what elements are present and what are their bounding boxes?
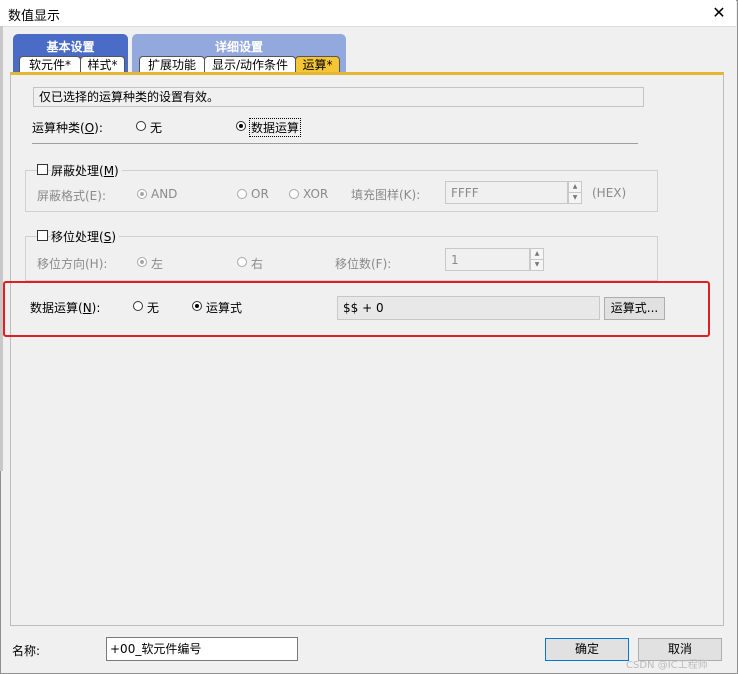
data-op-none-radio[interactable] xyxy=(133,301,143,311)
mask-or-radio[interactable] xyxy=(237,189,247,199)
shift-right-label: 右 xyxy=(251,257,264,271)
settings-panel xyxy=(10,72,724,626)
tab-style[interactable]: 样式* xyxy=(80,56,125,73)
mask-format-label: 屏蔽格式(E): xyxy=(37,189,106,203)
shift-count-label: 移位数(F): xyxy=(335,257,392,271)
expression-button[interactable]: 运算式... xyxy=(604,297,665,320)
mask-xor-radio[interactable] xyxy=(289,189,299,199)
name-label: 名称: xyxy=(12,644,41,658)
title-bar xyxy=(0,0,736,27)
shift-down-icon[interactable]: ▼ xyxy=(530,259,544,271)
info-text: 仅已选择的运算种类的设置有效。 xyxy=(33,87,644,107)
data-op-expr-label: 运算式 xyxy=(206,301,243,315)
data-op-label: 数据运算(N): xyxy=(30,301,101,315)
tab-operation[interactable]: 运算* xyxy=(295,56,340,73)
shift-left-radio[interactable] xyxy=(137,257,147,267)
mask-checkbox[interactable] xyxy=(37,164,48,175)
data-op-none-label: 无 xyxy=(147,301,160,315)
shift-checkbox-label: 移位处理(S) xyxy=(51,228,119,245)
fill-pattern-input[interactable]: FFFF xyxy=(445,181,568,204)
name-input[interactable]: +00_软元件编号 xyxy=(106,637,298,661)
data-op-expr-radio[interactable] xyxy=(192,301,202,311)
ok-button[interactable]: 确定 xyxy=(545,638,629,661)
mask-and-radio[interactable] xyxy=(137,189,147,199)
close-icon[interactable]: ✕ xyxy=(704,1,734,25)
tab-device[interactable]: 软元件* xyxy=(19,56,81,73)
background-window-edge xyxy=(0,26,3,471)
shift-right-radio[interactable] xyxy=(237,257,247,267)
mask-xor-label: XOR xyxy=(303,187,329,201)
op-type-none-radio[interactable] xyxy=(136,121,146,131)
shift-left-label: 左 xyxy=(151,257,164,271)
tab-group-detail-label: 详细设置 xyxy=(214,40,263,54)
tab-group-basic-label: 基本设置 xyxy=(46,40,95,54)
window-title: 数值显示 xyxy=(8,9,61,24)
fill-pattern-label: 填充图样(K): xyxy=(351,188,421,202)
tab-extension[interactable]: 扩展功能 xyxy=(139,56,205,73)
shift-dir-label: 移位方向(H): xyxy=(37,257,108,271)
mask-and-label: AND xyxy=(151,187,178,201)
op-type-data-radio[interactable] xyxy=(236,121,246,131)
mask-or-label: OR xyxy=(251,187,269,201)
shift-checkbox[interactable] xyxy=(37,230,48,241)
watermark: CSDN @IC工程师 xyxy=(626,660,708,671)
expression-field[interactable]: $$ + 0 xyxy=(337,296,600,320)
shift-count-input[interactable]: 1 xyxy=(445,248,530,271)
fill-down-icon[interactable]: ▼ xyxy=(568,192,582,204)
tab-display-condition[interactable]: 显示/动作条件 xyxy=(204,56,296,73)
mask-checkbox-label: 屏蔽处理(M) xyxy=(51,162,122,179)
op-type-label: 运算种类(O): xyxy=(32,121,103,135)
op-type-data-label: 数据运算 xyxy=(249,118,302,137)
fill-unit-label: (HEX) xyxy=(592,186,627,200)
divider xyxy=(32,143,638,144)
op-type-none-label: 无 xyxy=(150,121,163,135)
